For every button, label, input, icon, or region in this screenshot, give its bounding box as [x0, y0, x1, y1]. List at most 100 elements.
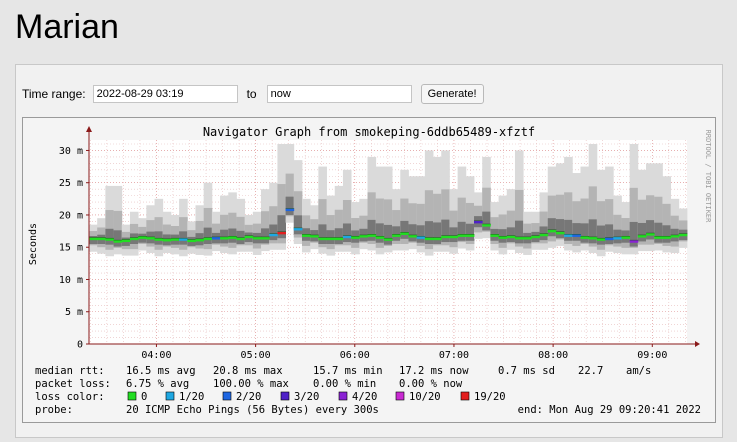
median-rtt-avg: 16.5 ms avg	[126, 365, 196, 377]
page-title: Marian	[15, 8, 119, 46]
median-segment	[162, 238, 172, 242]
smoke-band-inner	[383, 224, 393, 245]
median-segment	[514, 236, 524, 240]
x-tick-label: 09:00	[637, 350, 667, 361]
median-segment	[121, 239, 131, 243]
smoke-band-inner	[367, 219, 377, 241]
median-segment	[187, 239, 196, 243]
median-segment	[441, 235, 450, 239]
packet-loss-max: 100.00 % max	[213, 378, 289, 390]
median-segment	[408, 234, 418, 238]
median-segment	[359, 234, 368, 238]
chart-title: Navigator Graph from smokeping-6ddb65489…	[203, 125, 535, 139]
median-rtt-ams: 22.7	[578, 365, 603, 377]
smoke-band-inner	[637, 222, 647, 242]
x-tick-label: 06:00	[340, 350, 370, 361]
median-segment	[285, 208, 295, 212]
median-segment	[301, 234, 311, 237]
x-tick-label: 07:00	[439, 350, 469, 361]
median-segment	[531, 235, 540, 239]
median-rtt-max: 20.8 ms max	[213, 365, 283, 377]
median-segment	[465, 234, 475, 237]
smoke-band-inner	[285, 196, 295, 215]
packet-loss-now: 0.00 % now	[399, 378, 463, 390]
y-tick-label: 10 m	[59, 275, 83, 286]
median-segment	[490, 234, 499, 237]
median-segment	[416, 236, 426, 239]
smoke-band-inner	[269, 224, 278, 241]
median-rtt-min: 15.7 ms min	[313, 365, 383, 377]
median-segment	[113, 240, 123, 243]
x-tick-label: 05:00	[241, 350, 271, 361]
smoke-band-inner	[203, 227, 213, 244]
median-segment	[498, 236, 508, 239]
median-segment	[596, 238, 606, 241]
y-tick-label: 5 m	[65, 307, 83, 318]
median-segment	[105, 238, 114, 241]
smoke-band-inner	[547, 218, 557, 237]
median-segment	[244, 235, 254, 239]
loss-color-swatch	[127, 391, 137, 401]
loss-color-entry: 0	[141, 391, 147, 403]
median-segment	[236, 237, 246, 241]
generate-button[interactable]: Generate!	[420, 84, 484, 104]
median-segment	[400, 232, 409, 235]
end-time-input[interactable]	[266, 85, 412, 103]
smoke-band-inner	[539, 226, 549, 241]
smoke-band-inner	[277, 215, 287, 239]
median-segment	[129, 237, 139, 241]
packet-loss-label: packet loss:	[35, 378, 111, 390]
median-segment	[97, 237, 106, 241]
median-segment	[474, 220, 483, 224]
loss-color-entry: 2/20	[236, 391, 261, 403]
time-range-form: Time range: to Generate!	[22, 83, 484, 105]
median-segment	[195, 238, 205, 242]
y-tick-label: 25 m	[59, 178, 83, 189]
median-segment	[482, 223, 491, 227]
median-rtt-ams-unit: am/s	[626, 365, 651, 377]
median-rtt-sd: 0.7 ms sd	[498, 365, 555, 377]
chart-legend: median rtt: 16.5 ms avg 20.8 ms max 15.7 ms…	[35, 365, 701, 416]
median-segment	[277, 231, 287, 235]
smoke-band-inner	[441, 219, 450, 243]
time-range-label: Time range:	[22, 87, 86, 101]
smoke-band-inner	[220, 229, 229, 244]
y-axis-label: Seconds	[28, 223, 39, 265]
smoke-band-inner	[392, 226, 401, 241]
smoke-band-inner	[228, 228, 237, 243]
loss-color-entry: 1/20	[179, 391, 204, 403]
navigator-graph-image[interactable]: 0 5 m 10 m 15 m 20 m 25 m 30 m 04:00 05:00 06:00 0…	[22, 117, 716, 423]
median-rtt-now: 17.2 ms now	[399, 365, 469, 377]
median-segment	[170, 238, 180, 241]
loss-color-entry: 19/20	[474, 391, 506, 403]
median-segment	[252, 236, 262, 240]
median-segment	[367, 234, 377, 237]
median-segment	[605, 237, 614, 241]
median-segment	[220, 236, 229, 240]
y-tick-label: 0	[77, 340, 83, 351]
median-segment	[637, 234, 647, 238]
median-segment	[588, 236, 598, 240]
smoke-band-inner	[424, 221, 434, 244]
probe-label: probe:	[35, 404, 73, 416]
median-segment	[629, 240, 639, 243]
smoke-band-inner	[629, 221, 639, 247]
smoke-band-inner	[400, 220, 409, 239]
smoke-band-inner	[416, 225, 426, 243]
smoke-band-inner	[261, 228, 270, 244]
smoke-band-inner	[580, 223, 590, 243]
median-segment	[506, 235, 516, 239]
median-segment	[433, 237, 442, 241]
median-segment	[375, 236, 385, 239]
median-segment	[564, 234, 573, 237]
median-segment	[154, 238, 164, 241]
smoke-band-inner	[465, 223, 475, 241]
probe-value: 20 ICMP Echo Pings (56 Bytes) every 300s	[126, 404, 379, 416]
smoke-band-inner	[646, 220, 655, 240]
start-time-input[interactable]	[92, 85, 238, 103]
smoke-band-inner	[498, 229, 508, 243]
loss-color-swatch	[338, 391, 348, 401]
to-label: to	[246, 87, 257, 101]
median-segment	[449, 235, 459, 239]
rrdtool-credit: RRDTOOL / TOBI OETIKER	[704, 130, 712, 224]
